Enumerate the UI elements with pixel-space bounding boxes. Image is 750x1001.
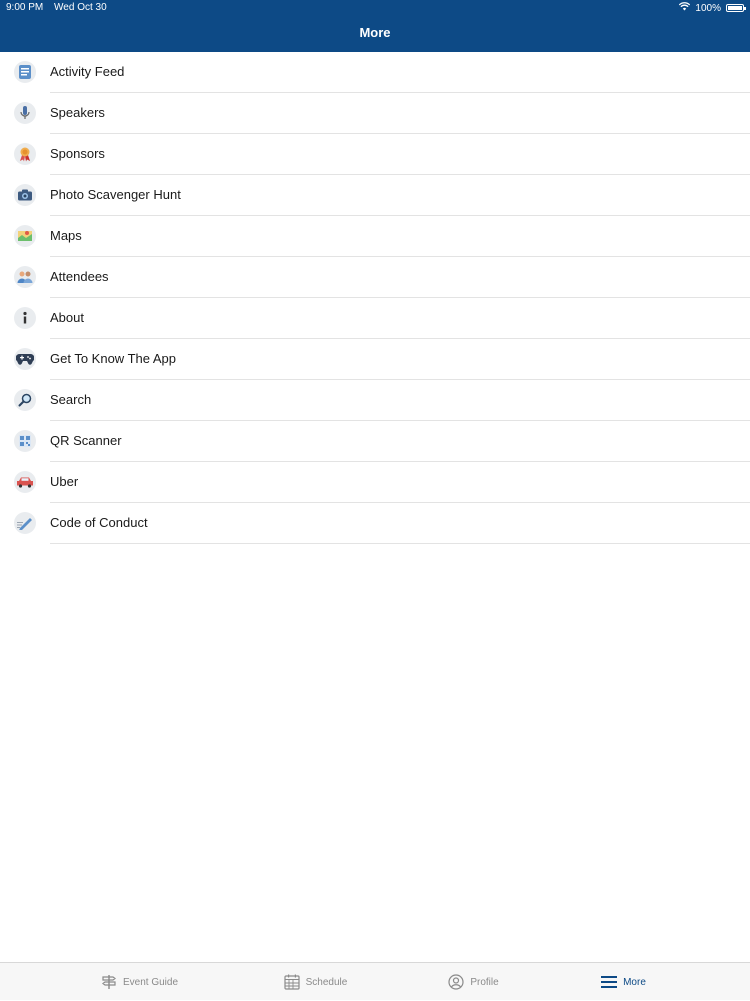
signpost-icon: [101, 974, 117, 990]
menu-item-code-of-conduct[interactable]: Code of Conduct: [0, 503, 750, 544]
menu-item-label: Speakers: [50, 105, 105, 120]
menu-item-label: Maps: [50, 228, 82, 243]
page-title: More: [359, 25, 391, 40]
ribbon-icon: [14, 143, 36, 165]
activity-feed-icon: [14, 61, 36, 83]
car-icon: [14, 471, 36, 493]
menu-item-label: Get To Know The App: [50, 351, 176, 366]
menu-item-label: Code of Conduct: [50, 515, 148, 530]
tab-event-guide[interactable]: Event Guide: [46, 963, 233, 1001]
microphone-icon: [14, 102, 36, 124]
menu-item-maps[interactable]: Maps: [0, 216, 750, 257]
menu-item-label: Activity Feed: [50, 64, 125, 79]
map-icon: [14, 225, 36, 247]
menu-item-label: Photo Scavenger Hunt: [50, 187, 181, 202]
tab-label: Profile: [470, 976, 499, 988]
tab-label: Schedule: [305, 976, 348, 988]
gamepad-icon: [14, 348, 36, 370]
battery-percent: 100%: [695, 2, 721, 14]
menu-item-photo-scavenger-hunt[interactable]: Photo Scavenger Hunt: [0, 175, 750, 216]
qr-icon: [14, 430, 36, 452]
menu-item-label: QR Scanner: [50, 433, 122, 448]
navigation-bar: More: [0, 16, 750, 52]
divider: [50, 543, 750, 544]
battery-icon: [726, 4, 746, 12]
status-time: 9:00 PM: [6, 2, 44, 13]
menu-item-qr-scanner[interactable]: QR Scanner: [0, 421, 750, 462]
wifi-icon: [679, 2, 691, 14]
calendar-icon: [284, 974, 300, 990]
more-menu-list: Activity Feed Speakers Sponsors Photo Sc…: [0, 52, 750, 544]
people-icon: [14, 266, 36, 288]
menu-item-label: Sponsors: [50, 146, 105, 161]
info-icon: [14, 307, 36, 329]
camera-icon: [14, 184, 36, 206]
menu-item-label: Attendees: [50, 269, 109, 284]
hamburger-icon: [601, 974, 618, 990]
menu-item-speakers[interactable]: Speakers: [0, 93, 750, 134]
menu-item-sponsors[interactable]: Sponsors: [0, 134, 750, 175]
status-date: Wed Oct 30: [54, 2, 107, 13]
menu-item-activity-feed[interactable]: Activity Feed: [0, 52, 750, 93]
menu-item-label: Search: [50, 392, 92, 407]
pen-icon: [14, 512, 36, 534]
magnifier-icon: [14, 389, 36, 411]
menu-item-uber[interactable]: Uber: [0, 462, 750, 503]
status-bar: 9:00 PM Wed Oct 30 100%: [0, 0, 750, 16]
menu-item-label: About: [50, 310, 84, 325]
menu-item-attendees[interactable]: Attendees: [0, 257, 750, 298]
tab-bar: Event Guide Schedule Profile More: [0, 962, 750, 1000]
menu-item-get-to-know-the-app[interactable]: Get To Know The App: [0, 339, 750, 380]
menu-item-search[interactable]: Search: [0, 380, 750, 421]
menu-item-about[interactable]: About: [0, 298, 750, 339]
tab-label: More: [623, 976, 646, 988]
menu-item-label: Uber: [50, 474, 79, 489]
tab-label: Event Guide: [122, 976, 179, 988]
tab-more[interactable]: More: [530, 963, 717, 1001]
user-icon: [448, 974, 464, 990]
